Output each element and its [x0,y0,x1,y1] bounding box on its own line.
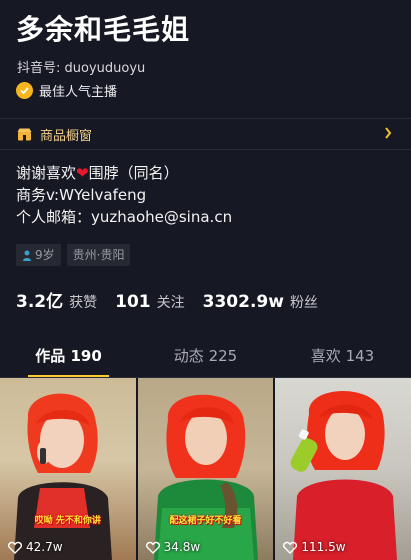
profile-stats: 3.2亿 获赞 101 关注 3302.9w 粉丝 [16,287,336,312]
video-1-caption: 哎呦 先不和你讲 [34,516,101,526]
bio-line-1-start: 谢谢喜欢 [16,164,77,182]
followers-label: 粉丝 [289,295,318,311]
shop-window-label: 商品橱窗 [40,128,93,144]
likes-count: 3.2亿 [16,292,64,312]
following-stat[interactable]: 101 关注 [115,292,185,312]
video-thumbnail-1[interactable]: 哎呦 先不和你讲 42.7w [0,378,136,560]
bio-line-2: 商务v:WYelvafeng [16,186,147,204]
video-thumbnail-3[interactable]: 111.5w [275,378,411,560]
bio: 谢谢喜欢❤围脖（同名） 商务v:WYelvafeng 个人邮箱：yuzhaohe… [16,162,232,228]
tab-works[interactable]: 作品 190 [0,339,137,377]
video-3-image [290,391,398,560]
video-1-likes: 42.7w [8,540,63,554]
video-3-likes-count: 111.5w [301,540,346,554]
heart-outline-icon [145,541,160,554]
video-1-likes-count: 42.7w [26,540,63,554]
heart-outline-icon [8,541,22,554]
likes-stat: 3.2亿 获赞 [16,287,97,312]
age-label: 9岁 [35,248,55,262]
tab-activity[interactable]: 动态 225 [137,339,274,377]
content-tabs: 作品 190 动态 225 喜欢 143 [0,339,411,378]
tab-liked[interactable]: 喜欢 143 [274,339,411,377]
video-1-image [14,393,112,560]
bio-line-3: 个人邮箱：yuzhaohe@sina.cn [16,208,233,226]
following-label: 关注 [156,295,185,311]
bio-line-1: 谢谢喜欢❤围脖（同名） [16,162,232,184]
video-thumbnail-2[interactable]: 配这裙子好不好看 34.8w [137,378,274,560]
followers-count: 3302.9w [202,292,284,312]
age-tag: 9岁 [16,244,61,266]
certification-label: 最佳人气主播 [39,85,118,100]
likes-label: 获赞 [69,295,98,311]
heart-outline-icon [283,541,298,554]
shop-window-entry[interactable]: 商品橱窗 [0,118,411,150]
video-2-caption: 配这裙子好不好看 [169,516,242,526]
shop-icon [17,128,32,140]
profile-tags: 9岁 贵州·贵阳 [16,244,131,266]
video-2-likes: 34.8w [145,540,201,554]
verified-badge-icon [16,82,33,99]
following-count: 101 [115,292,151,312]
location-tag: 贵州·贵阳 [66,244,131,266]
person-icon [23,250,31,261]
heart-icon: ❤ [76,164,89,182]
video-grid: 哎呦 先不和你讲 42.7w 配这裙子好不好看 34.8w 111.5w [0,378,411,560]
video-2-image [153,394,258,560]
profile-name: 多余和毛毛姐 [16,13,191,46]
video-3-likes: 111.5w [283,540,346,554]
chevron-right-icon [385,127,392,139]
followers-stat[interactable]: 3302.9w 粉丝 [203,292,318,312]
certification: 最佳人气主播 [16,81,117,100]
douyin-id: 抖音号: duoyuduoyu [17,61,146,76]
video-2-likes-count: 34.8w [163,540,201,554]
bio-line-1-end: 围脖（同名） [88,164,179,182]
